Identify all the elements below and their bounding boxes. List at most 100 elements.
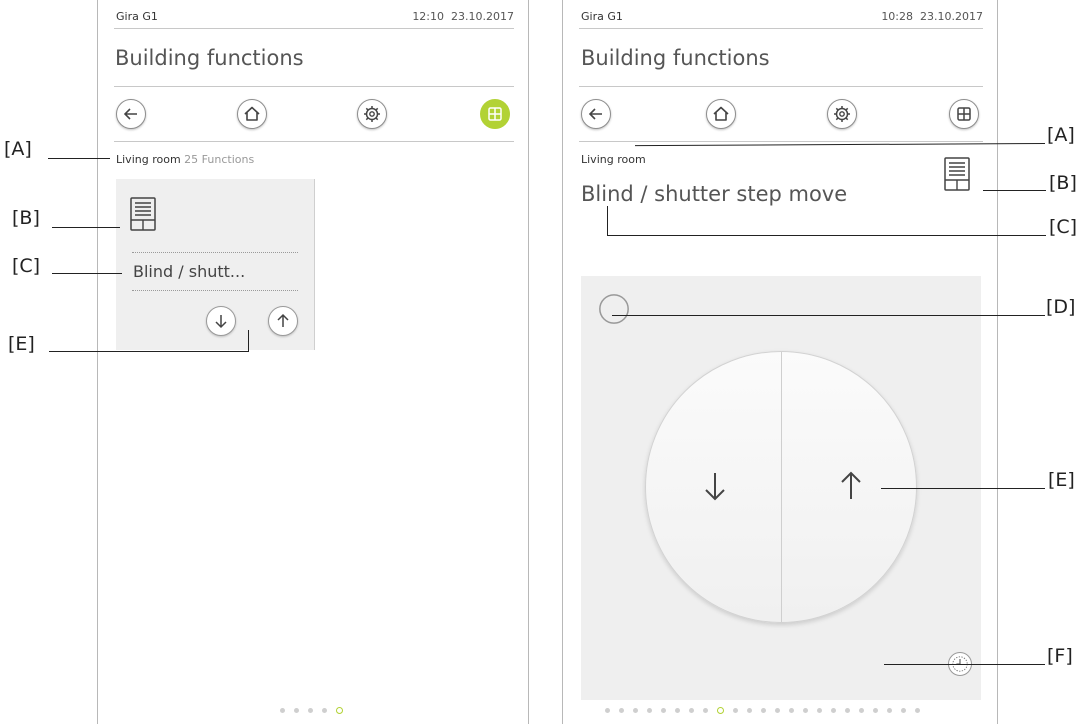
arrow-up-icon <box>841 471 861 499</box>
callout-a-left: [A] <box>4 138 32 160</box>
callout-f-right: [F] <box>1047 645 1073 667</box>
page-dot[interactable] <box>619 708 624 713</box>
settings-button[interactable] <box>827 99 857 129</box>
page-dot[interactable] <box>873 708 878 713</box>
title-divider <box>114 86 514 87</box>
tile-top-divider <box>132 252 298 253</box>
page-dot[interactable] <box>887 708 892 713</box>
page-dot[interactable] <box>280 708 285 713</box>
page-dot-active[interactable] <box>717 707 724 714</box>
tile-bottom-divider <box>132 290 298 291</box>
tile-label: Blind / shutt... <box>133 262 246 281</box>
clock-date: 23.10.2017 <box>920 10 983 23</box>
page-indicator[interactable] <box>280 707 343 714</box>
right-screen: Gira G1 10:28 23.10.2017 Building functi… <box>562 0 998 724</box>
room-heading: Living room 25 Functions <box>116 153 254 166</box>
page-dot[interactable] <box>322 708 327 713</box>
function-count: 25 <box>184 153 199 166</box>
header-divider <box>579 28 983 29</box>
page-title: Building functions <box>581 46 770 70</box>
callout-e-left: [E] <box>8 333 35 355</box>
back-button[interactable] <box>581 99 611 129</box>
callout-c-left: [C] <box>12 255 41 277</box>
settings-button[interactable] <box>357 99 387 129</box>
blind-icon <box>130 197 156 231</box>
page-dot-active[interactable] <box>336 707 343 714</box>
page-dot[interactable] <box>775 708 780 713</box>
status-time: 12:10 23.10.2017 <box>412 10 514 23</box>
callout-b-left: [B] <box>12 207 40 229</box>
home-icon <box>713 106 729 121</box>
page-dot[interactable] <box>845 708 850 713</box>
arrow-left-icon <box>588 108 602 120</box>
page-dot[interactable] <box>761 708 766 713</box>
arrow-up-icon <box>277 313 289 327</box>
callout-e-right: [E] <box>1048 469 1075 491</box>
grid-icon <box>957 107 971 121</box>
leader-a-left <box>48 158 110 159</box>
step-down-button[interactable] <box>646 352 781 622</box>
page-dot[interactable] <box>831 708 836 713</box>
gear-icon <box>834 106 850 122</box>
clock-date: 23.10.2017 <box>451 10 514 23</box>
callout-d-right: [D] <box>1046 296 1076 318</box>
room-name: Living room <box>116 153 181 166</box>
grid-view-button[interactable] <box>480 99 510 129</box>
page-dot[interactable] <box>689 708 694 713</box>
nav-divider <box>114 141 514 142</box>
left-screen: Gira G1 12:10 23.10.2017 Building functi… <box>97 0 529 724</box>
callout-b-right: [B] <box>1049 172 1077 194</box>
clock-time: 10:28 <box>881 10 914 23</box>
header-divider <box>114 28 514 29</box>
home-button[interactable] <box>706 99 736 129</box>
page-dot[interactable] <box>647 708 652 713</box>
page-dot[interactable] <box>703 708 708 713</box>
page-dot[interactable] <box>915 708 920 713</box>
step-control <box>645 351 917 623</box>
leader-e-left-v <box>248 330 249 352</box>
leader-c-left <box>52 273 122 274</box>
page-dot[interactable] <box>859 708 864 713</box>
grid-view-button[interactable] <box>949 99 979 129</box>
page-dot[interactable] <box>817 708 822 713</box>
page-dot[interactable] <box>661 708 666 713</box>
device-name: Gira G1 <box>581 10 623 23</box>
move-up-button[interactable] <box>268 306 298 336</box>
grid-icon <box>488 107 502 121</box>
back-button[interactable] <box>116 99 146 129</box>
page-dot[interactable] <box>308 708 313 713</box>
page-indicator[interactable] <box>605 707 920 714</box>
title-divider <box>579 86 983 87</box>
nav-divider <box>579 141 983 142</box>
leader-e-left-h <box>49 351 249 352</box>
leader-c-right-h <box>607 235 1046 236</box>
page-dot[interactable] <box>803 708 808 713</box>
leader-f-right <box>884 664 1045 665</box>
device-name: Gira G1 <box>116 10 158 23</box>
page-dot[interactable] <box>605 708 610 713</box>
function-title: Blind / shutter step move <box>581 182 848 206</box>
leader-e-right <box>881 488 1045 489</box>
home-button[interactable] <box>237 99 267 129</box>
page-dot[interactable] <box>675 708 680 713</box>
page-dot[interactable] <box>733 708 738 713</box>
room-name: Living room <box>581 153 646 166</box>
arrow-left-icon <box>123 108 137 120</box>
callout-c-right: [C] <box>1049 216 1078 238</box>
page-dot[interactable] <box>789 708 794 713</box>
callout-a-right: [A] <box>1047 124 1075 146</box>
page-dot[interactable] <box>294 708 299 713</box>
leader-b-right <box>983 190 1046 191</box>
function-tile[interactable]: Blind / shutt... <box>116 179 315 350</box>
move-down-button[interactable] <box>206 306 236 336</box>
page-title: Building functions <box>115 46 304 70</box>
page-dot[interactable] <box>747 708 752 713</box>
status-time: 10:28 23.10.2017 <box>881 10 983 23</box>
gear-icon <box>364 106 380 122</box>
arrow-down-icon <box>705 473 725 501</box>
blind-icon <box>944 157 970 191</box>
clock-time: 12:10 <box>412 10 445 23</box>
status-ring-icon <box>599 294 629 324</box>
page-dot[interactable] <box>633 708 638 713</box>
page-dot[interactable] <box>901 708 906 713</box>
